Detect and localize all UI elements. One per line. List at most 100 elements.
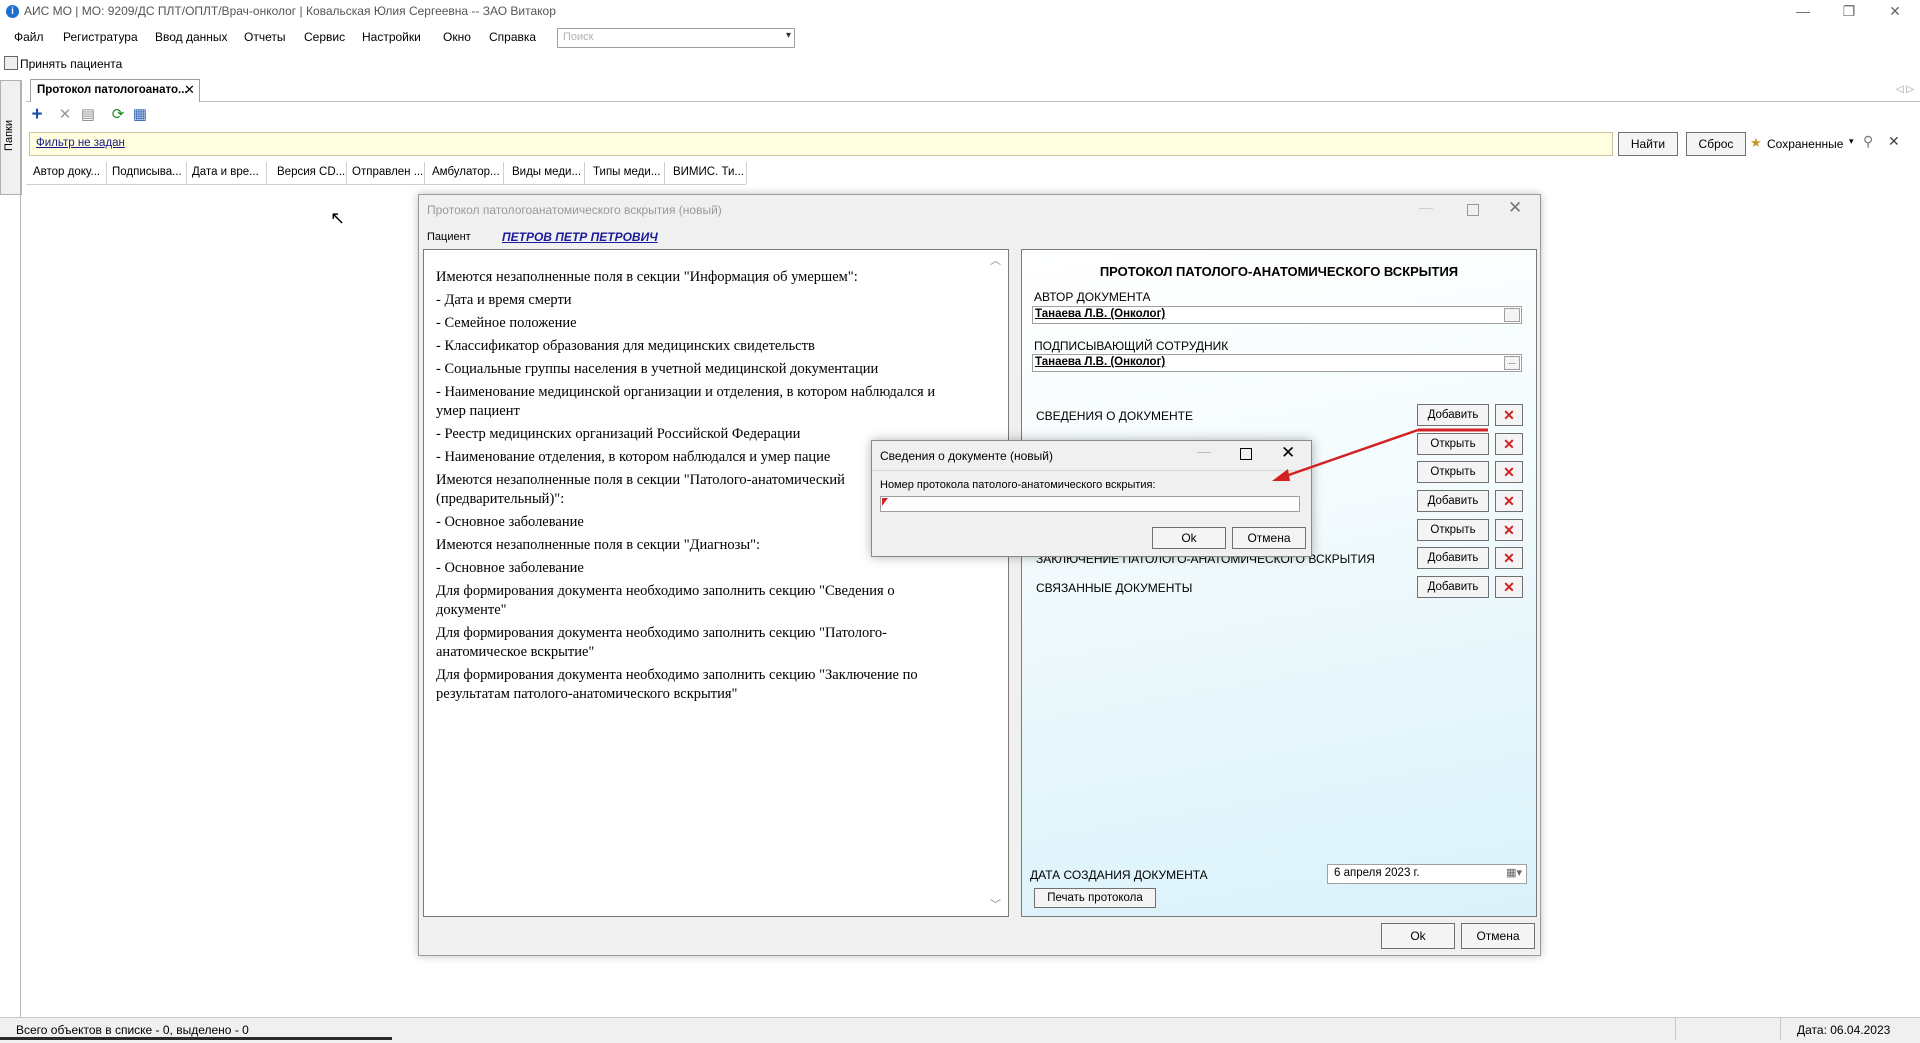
status-divider [1675,1018,1676,1040]
annotation-arrow [1272,428,1488,481]
delete-icon[interactable]: ✕ [56,106,74,124]
minimize-button[interactable]: — [1780,0,1826,24]
saved-filters-button[interactable]: Сохраненные [1767,137,1843,151]
menu-data-entry[interactable]: Ввод данных [155,30,228,44]
folders-label: Папки [3,120,15,151]
created-date-picker[interactable]: 6 апреля 2023 г. ▦▾ [1327,864,1527,884]
menu-reports[interactable]: Отчеты [244,30,285,44]
column-header-sent[interactable]: Отправлен ... [352,166,423,178]
column-header-vimis[interactable]: ВИМИС. Ти... [673,166,744,178]
column-header-med-types[interactable]: Типы меди... [593,166,660,178]
column-separator[interactable] [503,162,504,184]
section-5-open-button[interactable]: Открыть [1417,519,1489,541]
signer-select-button[interactable]: ... [1504,356,1520,370]
refresh-icon[interactable]: ⟳ [109,106,127,124]
menu-service[interactable]: Сервис [304,30,345,44]
minimize-button[interactable]: — [1419,199,1433,215]
chevron-down-icon[interactable]: ▾ [1849,136,1854,147]
filter-bar[interactable]: Фильтр не задан [29,132,1613,156]
delete-icon[interactable]: ✕ [1495,576,1523,598]
close-button[interactable]: ✕ [1508,198,1522,218]
delete-icon[interactable]: ✕ [1495,490,1523,512]
export-icon[interactable]: ▦ [131,106,149,124]
app-icon: i [6,5,19,18]
status-divider [1780,1018,1781,1040]
patient-caption: Пациент [427,231,471,243]
close-icon[interactable]: ✕ [1888,133,1900,150]
warning-line: Для формирования документа необходимо за… [436,625,887,660]
column-separator[interactable] [266,162,267,184]
tab-autopsy-protocol[interactable]: Протокол патологоанато... ✕ [30,79,200,102]
close-button[interactable]: ✕ [1872,0,1918,24]
column-separator[interactable] [106,162,107,184]
arrowhead-icon [1272,469,1290,481]
menu-settings[interactable]: Настройки [362,30,421,44]
delete-icon[interactable]: ✕ [1495,404,1523,426]
tab-label: Протокол патологоанато... [37,84,188,96]
column-header-signer[interactable]: Подписыва... [112,166,182,178]
delete-icon[interactable]: ✕ [1495,433,1523,455]
column-header-ambulatory[interactable]: Амбулатор... [432,166,500,178]
divider [0,1037,392,1040]
delete-icon[interactable]: ✕ [1495,461,1523,483]
cancel-button[interactable]: Отмена [1461,923,1535,949]
minimize-button[interactable]: — [1197,443,1211,459]
scroll-down-arrow[interactable]: ﹀ [990,896,1001,912]
ok-button[interactable]: Ok [1381,923,1455,949]
delete-icon[interactable]: ✕ [1495,519,1523,541]
protocol-number-input[interactable] [880,496,1300,512]
menu-help[interactable]: Справка [489,30,536,44]
author-field[interactable]: Танаева Л.В. (Онколог) [1032,306,1522,324]
window-title: АИС МО | МО: 9209/ДС ПЛТ/ОПЛТ/Врач-онкол… [24,4,556,18]
column-separator[interactable] [584,162,585,184]
cancel-button[interactable]: Отмена [1232,527,1306,549]
chevron-down-icon[interactable]: ▾ [786,30,791,41]
column-header-med-kinds[interactable]: Виды меди... [512,166,581,178]
maximize-button[interactable]: ❐ [1826,0,1872,24]
accept-patient-button[interactable]: Принять пациента [20,57,122,71]
print-protocol-button[interactable]: Печать протокола [1034,888,1156,908]
properties-icon[interactable]: ▤ [79,106,97,124]
status-count: Всего объектов в списке - 0, выделено - … [16,1023,249,1037]
conclusion-add-button[interactable]: Добавить [1417,547,1489,569]
calendar-icon[interactable]: ▦▾ [1506,866,1522,879]
accept-patient-icon [4,56,18,70]
add-icon[interactable]: + [28,105,46,124]
column-header-datetime[interactable]: Дата и вре... [192,166,259,178]
maximize-button[interactable] [1467,204,1479,216]
menu-window[interactable]: Окно [443,30,471,44]
delete-icon[interactable]: ✕ [1495,547,1523,569]
section-document-info-label: СВЕДЕНИЯ О ДОКУМЕНТЕ [1036,409,1193,423]
author-select-button[interactable] [1504,308,1520,322]
patient-name-link[interactable]: ПЕТРОВ ПЕТР ПЕТРОВИЧ [502,230,658,244]
warning-line: Для формирования документа необходимо за… [436,667,918,702]
tab-scroll-arrows[interactable]: ◁ ▷ [1896,84,1914,95]
scroll-up-arrow[interactable]: ︿ [990,252,1001,268]
column-separator[interactable] [186,162,187,184]
column-header-cda-version[interactable]: Версия CD... [277,166,345,178]
menu-bar [0,24,1920,50]
warning-line: Имеются незаполненные поля в секции "Инф… [436,269,858,285]
close-icon[interactable]: ✕ [184,82,195,98]
column-separator[interactable] [424,162,425,184]
autopsy-protocol-dialog: Протокол патологоанатомического вскрытия… [418,194,1541,956]
column-header-author[interactable]: Автор доку... [33,166,100,178]
search-input[interactable]: Поиск ▾ [557,28,795,48]
pin-icon[interactable]: ⚲ [1863,133,1873,150]
menu-file[interactable]: Файл [14,30,44,44]
dialog-title: Сведения о документе (новый) [880,449,1054,463]
find-button[interactable]: Найти [1618,132,1678,156]
dialog-title: Протокол патологоанатомического вскрытия… [427,203,722,217]
warning-line: Для формирования документа необходимо за… [436,583,895,618]
column-separator[interactable] [346,162,347,184]
column-separator[interactable] [664,162,665,184]
signer-field[interactable]: Танаева Л.В. (Онколог) ... [1032,354,1522,372]
column-separator[interactable] [746,162,747,184]
related-docs-add-button[interactable]: Добавить [1417,576,1489,598]
maximize-button[interactable] [1240,448,1252,460]
ok-button[interactable]: Ok [1152,527,1226,549]
validation-messages-panel[interactable]: Имеются незаполненные поля в секции "Инф… [423,249,1009,917]
menu-registry[interactable]: Регистратура [63,30,138,44]
filter-link[interactable]: Фильтр не задан [36,137,125,149]
reset-button[interactable]: Сброс [1686,132,1746,156]
